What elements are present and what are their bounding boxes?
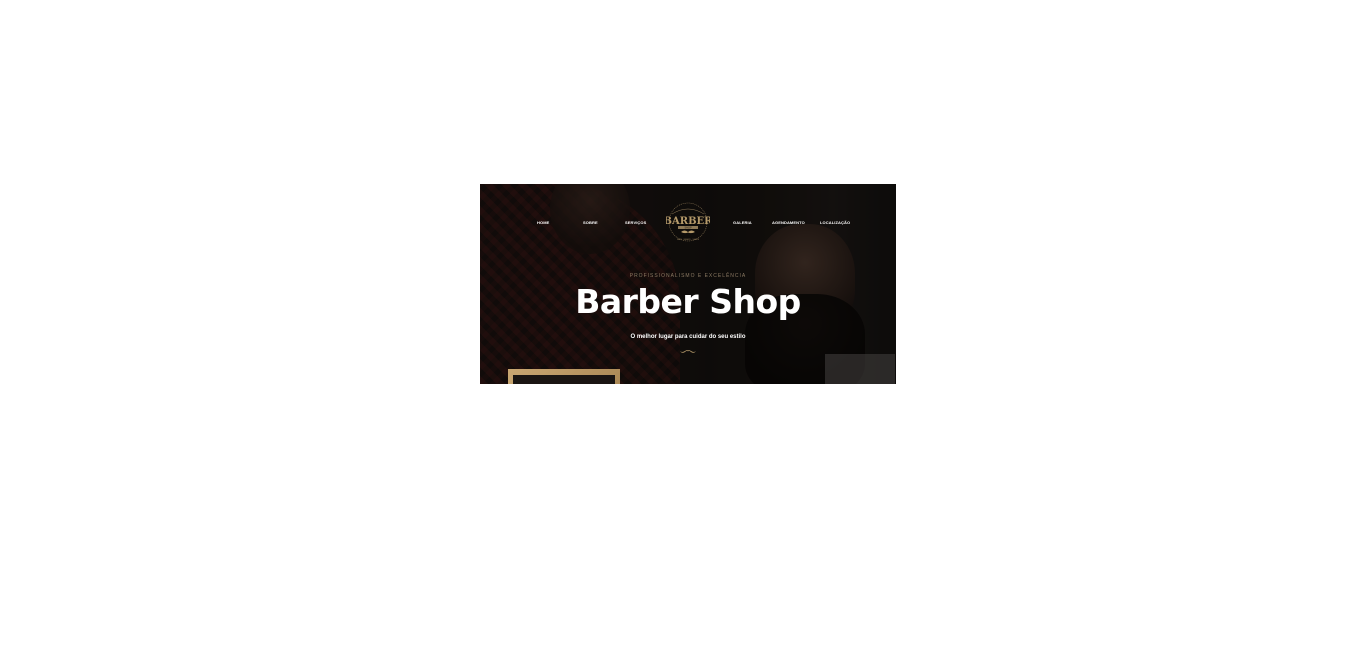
booking-card-inner	[513, 375, 615, 384]
hero-tagline: O melhor lugar para cuidar do seu estilo	[630, 334, 746, 340]
main-navbar: HOME SOBRE SERVIÇOS BARBER SHOP HAIR · B…	[480, 184, 896, 254]
nav-item-sobre[interactable]: SOBRE	[583, 220, 598, 225]
hero-subtitle: PROFISSIONALISMO E EXCELÊNCIA	[629, 273, 747, 279]
svg-text:HAIR · BEARD · SHAVE: HAIR · BEARD · SHAVE	[677, 238, 700, 241]
barber-shop-logo[interactable]: BARBER SHOP HAIR · BEARD · SHAVE	[664, 200, 713, 244]
nav-item-localizacao[interactable]: LOCALIZAÇÃO	[820, 220, 850, 225]
hero-title: Barber Shop	[575, 282, 801, 321]
svg-text:BARBER: BARBER	[666, 216, 710, 227]
nav-item-home[interactable]: HOME	[537, 220, 549, 225]
mustache-icon	[680, 350, 696, 353]
nav-item-agendamento[interactable]: AGENDAMENTO	[772, 220, 805, 225]
logo-icon: BARBER SHOP HAIR · BEARD · SHAVE	[664, 202, 713, 242]
hero-section: HOME SOBRE SERVIÇOS BARBER SHOP HAIR · B…	[480, 184, 896, 384]
nav-item-servicos[interactable]: SERVIÇOS	[625, 220, 646, 225]
svg-text:SHOP: SHOP	[685, 226, 692, 230]
nav-item-galeria[interactable]: GALERIA	[733, 220, 752, 225]
